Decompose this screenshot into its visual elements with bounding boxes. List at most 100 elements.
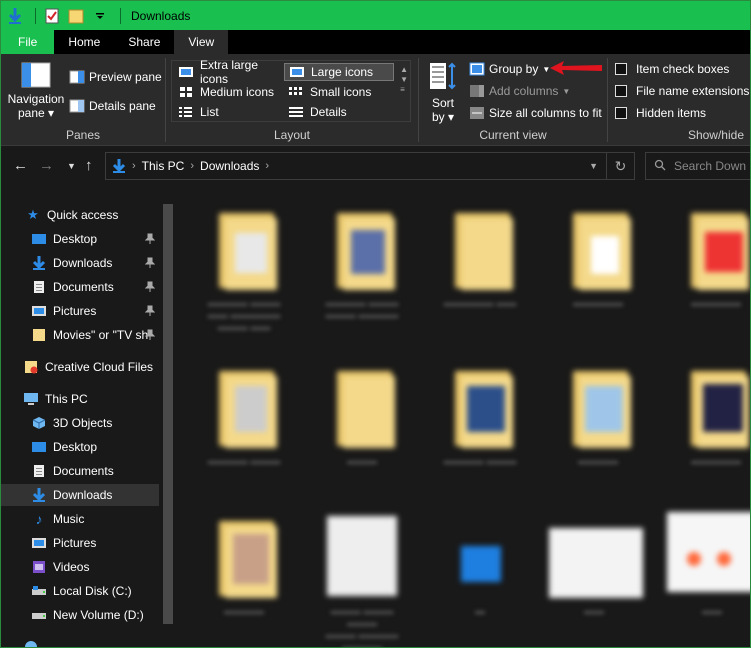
sidebar-item-documents-pc[interactable]: Documents — [1, 460, 159, 482]
sidebar-item-this-pc[interactable]: This PC — [1, 388, 159, 410]
breadcrumb-separator-icon[interactable]: › — [132, 160, 136, 172]
toolbar-divider — [35, 7, 36, 24]
pin-icon[interactable] — [144, 257, 156, 269]
pin-icon[interactable] — [144, 233, 156, 245]
preview-pane-button[interactable]: Preview pane — [69, 70, 162, 84]
layout-gallery: Extra large icons Large icons Medium ico… — [171, 58, 411, 122]
sidebar-item-documents[interactable]: Documents — [1, 276, 159, 298]
file-item[interactable]: ▬▬ — [657, 506, 750, 647]
creative-cloud-icon — [23, 360, 39, 374]
file-item[interactable]: ▬▬ — [539, 506, 649, 647]
file-item[interactable]: ▬▬▬▬ — [553, 356, 643, 506]
file-item[interactable]: ▬▬▬▬ — [199, 506, 289, 647]
hidden-items-option[interactable]: Hidden items — [615, 106, 706, 120]
size-all-columns-button[interactable]: Size all columns to fit — [469, 106, 602, 120]
details-pane-button[interactable]: Details pane — [69, 99, 156, 113]
layout-scroll-icon[interactable]: ▲ ▼ ≡ — [400, 65, 408, 95]
sidebar-item-3d-objects[interactable]: 3D Objects — [1, 412, 159, 434]
sidebar-item-downloads-pc[interactable]: Downloads — [1, 484, 159, 506]
up-arrow-icon[interactable]: ↑ — [85, 157, 93, 174]
sidebar-item-downloads[interactable]: Downloads — [1, 252, 159, 274]
tab-home[interactable]: Home — [54, 30, 114, 54]
breadcrumb-separator-icon[interactable]: › — [190, 160, 194, 172]
sidebar-item-label: 3D Objects — [53, 416, 113, 430]
preview-pane-icon — [69, 70, 85, 84]
layout-small-icons[interactable]: Small icons — [284, 83, 394, 101]
sidebar-item-desktop[interactable]: Desktop — [1, 228, 159, 250]
sidebar-item-pictures-pc[interactable]: Pictures — [1, 532, 159, 554]
file-item[interactable]: ▬▬▬▬ ▬▬▬ ▬▬ ▬▬▬▬▬ ▬▬▬ ▬▬ — [199, 198, 289, 348]
pin-icon[interactable] — [144, 329, 156, 341]
file-item[interactable]: ▬▬▬ ▬▬▬ ▬▬▬ ▬▬▬ ▬▬▬▬ ▬▬▬▬ — [317, 506, 407, 647]
layout-extra-large-icons[interactable]: Extra large icons — [174, 58, 284, 86]
pin-icon[interactable] — [144, 305, 156, 317]
layout-list[interactable]: List — [174, 103, 284, 121]
forward-arrow-icon[interactable]: → — [39, 157, 54, 174]
nav-scrollbar-thumb[interactable] — [163, 204, 173, 624]
file-item[interactable]: ▬▬▬▬▬ ▬▬ — [435, 198, 525, 348]
item-check-boxes-option[interactable]: Item check boxes — [615, 62, 729, 76]
sidebar-item-pictures[interactable]: Pictures — [1, 300, 159, 322]
documents-icon — [31, 280, 47, 294]
computer-icon — [23, 392, 39, 406]
sidebar-item-label: Desktop — [53, 232, 98, 246]
sort-label-1: Sort — [431, 96, 454, 110]
file-item[interactable]: ▬▬▬▬ ▬▬▬ — [435, 356, 525, 506]
file-name-extensions-option[interactable]: File name extensions — [615, 84, 749, 98]
sidebar-item-music[interactable]: ♪ Music — [1, 508, 159, 530]
quick-access-toolbar — [1, 1, 127, 30]
new-folder-icon[interactable] — [66, 6, 86, 26]
sort-by-button[interactable]: Sort by ▾ — [425, 62, 461, 124]
sidebar-item-new-volume-d[interactable]: New Volume (D:) — [1, 604, 159, 626]
layout-large-icons[interactable]: Large icons — [284, 63, 394, 81]
file-item[interactable]: ▬▬▬▬▬ — [671, 198, 750, 348]
folder-thumbnail — [445, 366, 515, 448]
recent-locations-chevron-icon[interactable]: ▼ — [67, 161, 76, 171]
file-item[interactable]: ▬▬▬ — [317, 356, 407, 506]
sidebar-item-creative-cloud[interactable]: Creative Cloud Files — [1, 356, 159, 378]
sidebar-item-local-disk-c[interactable]: Local Disk (C:) — [1, 580, 159, 602]
file-item[interactable]: ▬▬▬▬ ▬▬▬ — [199, 356, 289, 506]
breadcrumb-this-pc[interactable]: This PC — [142, 159, 185, 173]
customize-toolbar-icon[interactable] — [90, 6, 110, 26]
layout-details[interactable]: Details — [284, 103, 394, 121]
folder-thumbnail — [209, 366, 279, 448]
breadcrumb-downloads[interactable]: Downloads — [200, 159, 259, 173]
sidebar-item-quick-access[interactable]: ★ Quick access — [1, 204, 159, 226]
file-item[interactable]: ▬▬▬▬▬ — [671, 356, 750, 506]
sidebar-item-videos[interactable]: Videos — [1, 556, 159, 578]
sidebar-item-movies-folder[interactable]: Movies" or "TV sh — [1, 324, 159, 346]
tab-share[interactable]: Share — [114, 30, 174, 54]
desktop-icon — [31, 232, 47, 246]
tab-view[interactable]: View — [174, 30, 229, 54]
add-columns-button[interactable]: Add columns ▼ — [469, 84, 570, 98]
sidebar-item-network[interactable] — [1, 636, 159, 647]
file-item[interactable]: ▬▬▬▬ ▬▬▬ ▬▬▬ ▬▬▬▬ — [317, 198, 407, 348]
file-item[interactable]: ▬ — [435, 506, 525, 647]
address-bar[interactable]: › This PC › Downloads › ▼ ↻ — [105, 152, 635, 180]
breadcrumb-separator-icon[interactable]: › — [265, 160, 269, 172]
tab-file[interactable]: File — [1, 30, 55, 54]
item-check-boxes-checkbox[interactable] — [615, 63, 627, 75]
group-by-button[interactable]: Group by ▼ — [469, 62, 550, 76]
search-box[interactable]: Search Down — [645, 152, 750, 180]
folder-thumbnail — [563, 366, 633, 448]
refresh-icon[interactable]: ↻ — [606, 153, 634, 179]
hidden-items-checkbox[interactable] — [615, 107, 627, 119]
nav-scrollbar[interactable] — [159, 186, 177, 647]
show-hide-group: Item check boxes File name extensions Hi… — [608, 54, 750, 146]
chevron-down-icon: ▼ — [562, 86, 571, 96]
address-dropdown-icon[interactable]: ▼ — [589, 161, 598, 171]
back-arrow-icon[interactable]: ← — [13, 157, 28, 174]
ribbon: Navigation pane ▾ Preview pane Details p… — [1, 54, 750, 146]
properties-icon[interactable] — [42, 6, 62, 26]
navigation-pane-button[interactable]: Navigation pane ▾ — [5, 62, 67, 120]
file-name-extensions-checkbox[interactable] — [615, 85, 627, 97]
search-icon — [654, 159, 666, 174]
size-columns-icon — [469, 106, 485, 120]
file-item[interactable]: ▬▬▬▬▬ — [553, 198, 643, 348]
layout-medium-icons[interactable]: Medium icons — [174, 83, 284, 101]
downloads-icon — [31, 256, 47, 270]
pin-icon[interactable] — [144, 281, 156, 293]
sidebar-item-desktop-pc[interactable]: Desktop — [1, 436, 159, 458]
